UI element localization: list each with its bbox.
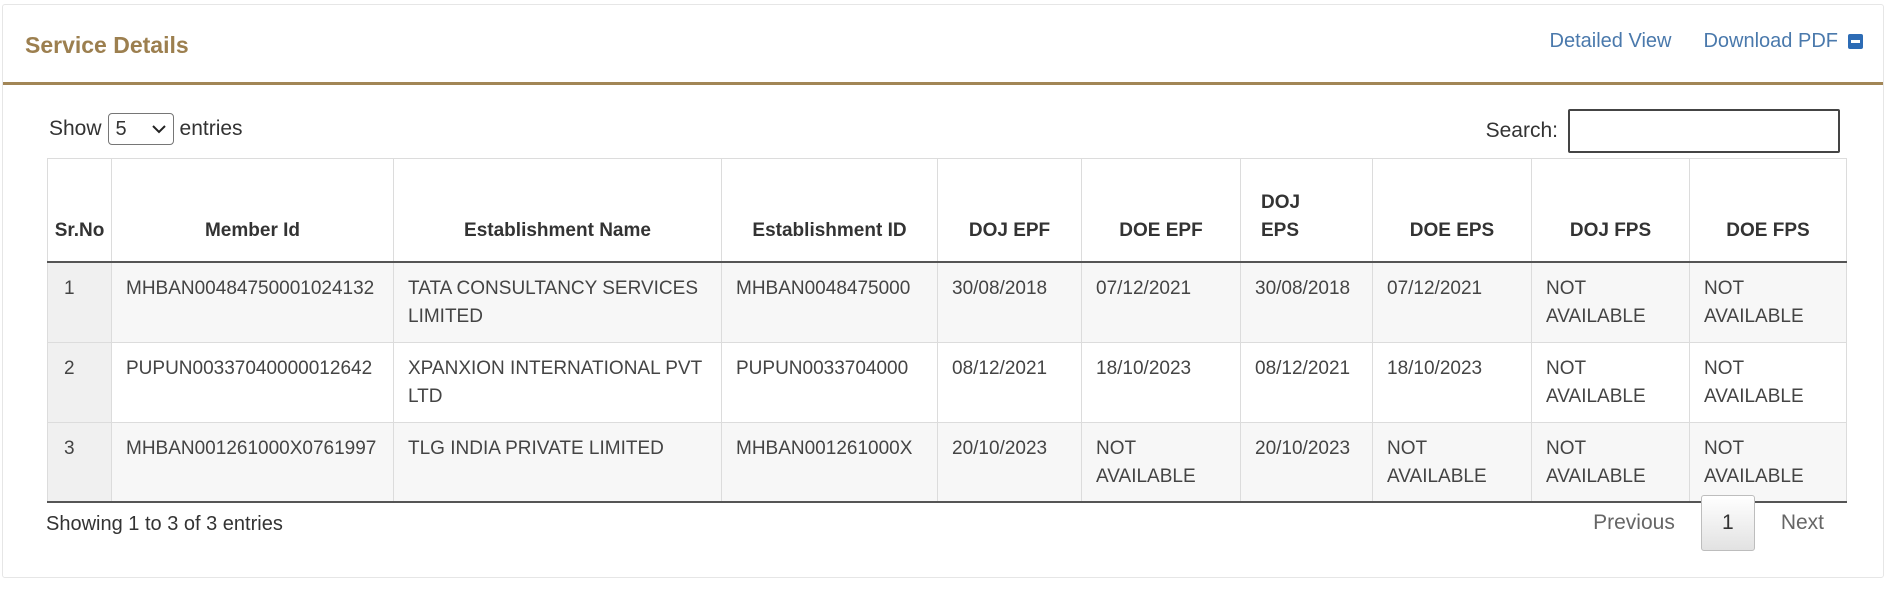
entries-label: entries <box>179 117 243 140</box>
pagination: Previous 1 Next <box>1575 495 1842 551</box>
cell-doe-epf: NOT AVAILABLE <box>1081 421 1241 503</box>
column-header-member-id[interactable]: Member Id <box>111 158 394 263</box>
entries-length-control: Show 5 entries <box>49 113 243 145</box>
cell-member-id: PUPUN00337040000012642 <box>111 341 394 423</box>
cell-doj-fps: NOT AVAILABLE <box>1531 341 1690 423</box>
entries-length-select[interactable]: 5 <box>107 113 174 145</box>
table-row: 2 PUPUN00337040000012642 XPANXION INTERN… <box>47 341 1847 423</box>
table-row: 3 MHBAN001261000X0761997 TLG INDIA PRIVA… <box>47 421 1847 503</box>
cell-establishment-name: XPANXION INTERNATIONAL PVT LTD <box>393 341 722 423</box>
detailed-view-link[interactable]: Detailed View <box>1550 30 1672 53</box>
next-page-button[interactable]: Next <box>1763 511 1842 535</box>
cell-doe-epf: 18/10/2023 <box>1081 341 1241 423</box>
column-header-doj-epf[interactable]: DOJ EPF <box>937 158 1082 263</box>
cell-doj-eps: 20/10/2023 <box>1240 421 1373 503</box>
cell-doe-fps: NOT AVAILABLE <box>1689 341 1847 423</box>
search-label: Search: <box>1485 119 1558 142</box>
service-details-table: Sr.No Member Id Establishment Name Estab… <box>47 158 1847 503</box>
search-input[interactable] <box>1568 109 1840 153</box>
cell-doe-fps: NOT AVAILABLE <box>1689 261 1847 343</box>
previous-page-button[interactable]: Previous <box>1575 511 1693 535</box>
cell-member-id: MHBAN00484750001024132 <box>111 261 394 343</box>
cell-doe-eps: 18/10/2023 <box>1372 341 1532 423</box>
panel-title: Service Details <box>25 32 189 58</box>
search-control: Search: <box>1486 109 1840 153</box>
minus-square-icon[interactable] <box>1848 34 1863 49</box>
table-row: 1 MHBAN00484750001024132 TATA CONSULTANC… <box>47 261 1847 343</box>
panel-header: Service Details Detailed View Download P… <box>3 5 1883 85</box>
cell-doj-eps: 08/12/2021 <box>1240 341 1373 423</box>
column-header-doj-eps[interactable]: DOJ EPS <box>1240 158 1373 263</box>
cell-establishment-id: PUPUN0033704000 <box>721 341 938 423</box>
cell-doj-eps: 30/08/2018 <box>1240 261 1373 343</box>
cell-establishment-id: MHBAN001261000X <box>721 421 938 503</box>
column-header-doe-epf[interactable]: DOE EPF <box>1081 158 1241 263</box>
header-links: Detailed View Download PDF <box>1550 30 1863 53</box>
cell-doe-epf: 07/12/2021 <box>1081 261 1241 343</box>
cell-doj-epf: 30/08/2018 <box>937 261 1082 343</box>
column-header-doe-eps[interactable]: DOE EPS <box>1372 158 1532 263</box>
table-header-row: Sr.No Member Id Establishment Name Estab… <box>47 158 1847 263</box>
cell-establishment-id: MHBAN0048475000 <box>721 261 938 343</box>
cell-doe-eps: 07/12/2021 <box>1372 261 1532 343</box>
column-header-doj-fps[interactable]: DOJ FPS <box>1531 158 1690 263</box>
cell-srno: 3 <box>47 421 112 503</box>
column-header-establishment-id[interactable]: Establishment ID <box>721 158 938 263</box>
page-1-button[interactable]: 1 <box>1700 495 1755 551</box>
chevron-down-icon <box>151 125 166 134</box>
table-info: Showing 1 to 3 of 3 entries <box>46 513 283 535</box>
cell-doj-fps: NOT AVAILABLE <box>1531 261 1690 343</box>
cell-doe-eps: NOT AVAILABLE <box>1372 421 1532 503</box>
cell-doe-fps: NOT AVAILABLE <box>1689 421 1847 503</box>
column-header-establishment-name[interactable]: Establishment Name <box>393 158 722 263</box>
cell-establishment-name: TLG INDIA PRIVATE LIMITED <box>393 421 722 503</box>
cell-doj-epf: 08/12/2021 <box>937 341 1082 423</box>
cell-srno: 1 <box>47 261 112 343</box>
cell-doj-epf: 20/10/2023 <box>937 421 1082 503</box>
cell-doj-fps: NOT AVAILABLE <box>1531 421 1690 503</box>
cell-establishment-name: TATA CONSULTANCY SERVICES LIMITED <box>393 261 722 343</box>
column-header-doe-fps[interactable]: DOE FPS <box>1689 158 1847 263</box>
download-pdf-link[interactable]: Download PDF <box>1703 30 1838 53</box>
show-label: Show <box>49 117 102 140</box>
cell-member-id: MHBAN001261000X0761997 <box>111 421 394 503</box>
entries-length-value: 5 <box>115 117 127 140</box>
cell-srno: 2 <box>47 341 112 423</box>
column-header-srno[interactable]: Sr.No <box>47 158 112 263</box>
